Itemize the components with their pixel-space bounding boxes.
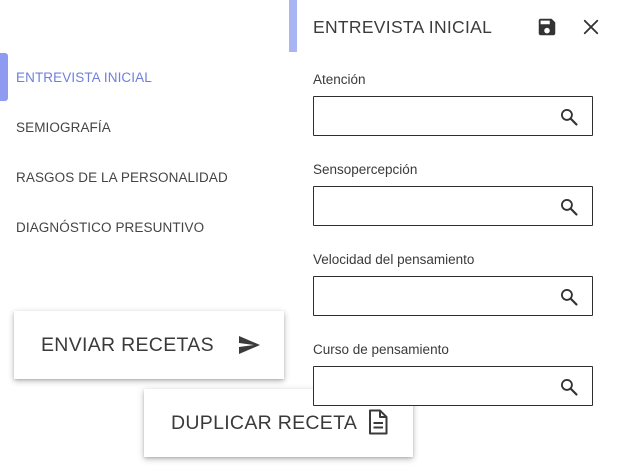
velocidad-pensamiento-field <box>313 276 593 316</box>
search-icon[interactable] <box>559 197 579 217</box>
atencion-field <box>313 96 593 136</box>
search-icon[interactable] <box>559 377 579 397</box>
panel-accent-bar <box>289 0 297 52</box>
section-nav: ENTREVISTA INICIAL SEMIOGRAFÍA RASGOS DE… <box>0 52 282 252</box>
search-icon[interactable] <box>559 287 579 307</box>
save-button[interactable] <box>534 14 560 40</box>
send-prescriptions-label: ENVIAR RECETAS <box>41 333 214 356</box>
velocidad-pensamiento-label: Velocidad del pensamiento <box>313 252 475 267</box>
atencion-label: Atención <box>313 72 366 87</box>
velocidad-pensamiento-input[interactable] <box>314 277 550 315</box>
curso-pensamiento-label: Curso de pensamiento <box>313 342 449 357</box>
sensopercepcion-field <box>313 186 593 226</box>
nav-item-diagnostico-presuntivo[interactable]: DIAGNÓSTICO PRESUNTIVO <box>0 202 282 252</box>
nav-item-label: DIAGNÓSTICO PRESUNTIVO <box>16 219 205 235</box>
search-icon[interactable] <box>559 107 579 127</box>
nav-item-entrevista-inicial[interactable]: ENTREVISTA INICIAL <box>0 52 282 102</box>
close-button[interactable] <box>578 14 604 40</box>
sensopercepcion-label: Sensopercepción <box>313 162 418 177</box>
curso-pensamiento-input[interactable] <box>314 367 550 405</box>
entrevista-panel: ENTREVISTA INICIAL Atención Sensopercepc… <box>289 0 617 466</box>
nav-item-label: SEMIOGRAFÍA <box>16 119 111 135</box>
nav-item-label: ENTREVISTA INICIAL <box>16 69 152 85</box>
atencion-input[interactable] <box>314 97 550 135</box>
nav-item-semiografia[interactable]: SEMIOGRAFÍA <box>0 102 282 152</box>
send-prescriptions-button[interactable]: ENVIAR RECETAS <box>14 311 284 379</box>
nav-item-label: RASGOS DE LA PERSONALIDAD <box>16 169 228 185</box>
close-icon <box>583 19 599 35</box>
curso-pensamiento-field <box>313 366 593 406</box>
panel-title: ENTREVISTA INICIAL <box>313 17 493 37</box>
send-icon <box>239 336 260 354</box>
nav-item-rasgos-personalidad[interactable]: RASGOS DE LA PERSONALIDAD <box>0 152 282 202</box>
sensopercepcion-input[interactable] <box>314 187 550 225</box>
save-icon <box>538 18 556 36</box>
